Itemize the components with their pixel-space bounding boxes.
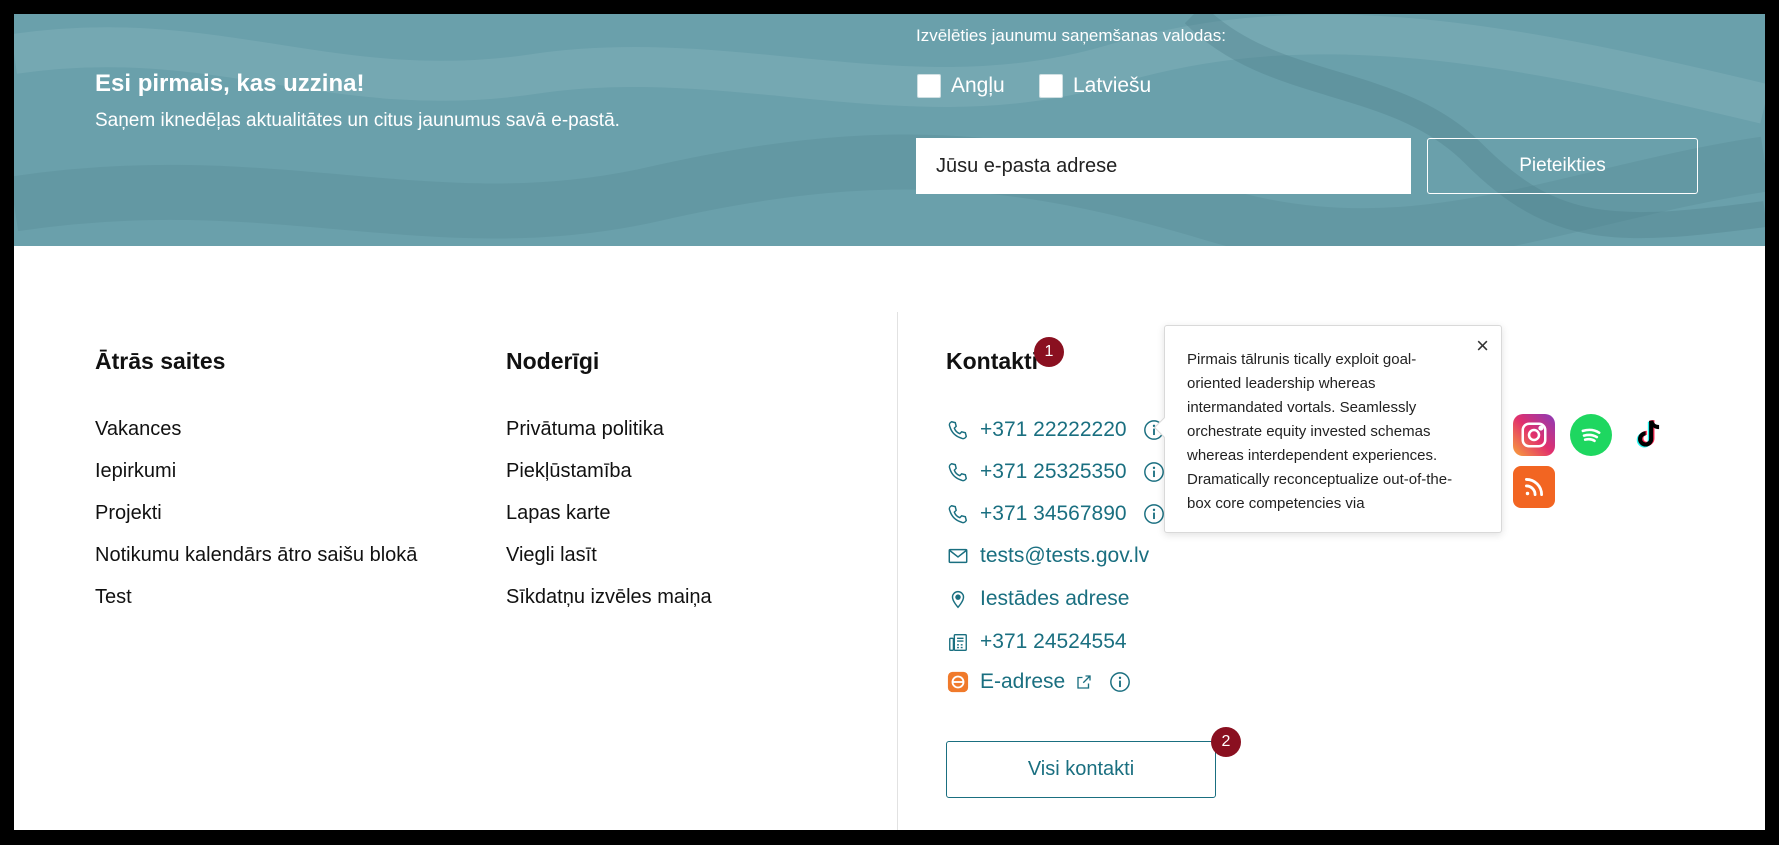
phone-number[interactable]: +371 25325350 (980, 460, 1127, 484)
badge-2: 2 (1211, 727, 1241, 757)
info-icon[interactable] (1143, 503, 1165, 525)
address-link[interactable]: Iestādes adrese (980, 587, 1129, 611)
contact-e-address[interactable]: E-adrese (946, 667, 1131, 697)
info-icon[interactable] (1143, 461, 1165, 483)
rss-icon[interactable] (1513, 466, 1555, 508)
quick-link-projekti[interactable]: Projekti (95, 500, 417, 542)
phone-info-tooltip: × Pirmais tālrunis tically exploit goal-… (1164, 325, 1502, 533)
subscribe-button[interactable]: Pieteikties (1427, 138, 1698, 194)
fax-icon (946, 630, 970, 654)
quick-links-list: Vakances Iepirkumi Projekti Notikumu kal… (95, 416, 417, 626)
tiktok-icon[interactable] (1627, 414, 1669, 456)
instagram-icon[interactable] (1513, 414, 1555, 456)
quick-link-calendar[interactable]: Notikumu kalendārs ātro saišu blokā (95, 542, 417, 584)
phone-icon (946, 460, 970, 484)
contact-fax[interactable]: +371 24524554 (946, 627, 1127, 657)
info-icon[interactable] (1109, 671, 1131, 693)
useful-link-easy-read[interactable]: Viegli lasīt (506, 542, 712, 584)
newsletter-title: Esi pirmais, kas uzzina! (95, 70, 365, 97)
useful-title: Noderīgi (506, 348, 600, 374)
badge-1: 1 (1034, 337, 1064, 367)
e-address-icon (946, 670, 970, 694)
useful-link-privacy[interactable]: Privātuma politika (506, 416, 712, 458)
language-label-latvian: Latviešu (1073, 74, 1152, 97)
useful-links-list: Privātuma politika Piekļūstamība Lapas k… (506, 416, 712, 626)
quick-link-test[interactable]: Test (95, 584, 417, 626)
contact-phone-1[interactable]: +371 22222220 (946, 415, 1165, 445)
newsletter-subtitle: Saņem iknedēļas aktualitātes un citus ja… (95, 110, 620, 131)
quick-link-vakances[interactable]: Vakances (95, 416, 417, 458)
e-address-link[interactable]: E-adrese (980, 670, 1065, 694)
language-label-english: Angļu (951, 74, 1005, 97)
useful-link-sitemap[interactable]: Lapas karte (506, 500, 712, 542)
contact-address[interactable]: Iestādes adrese (946, 584, 1129, 614)
email-input[interactable] (916, 138, 1411, 194)
contact-phone-3[interactable]: +371 34567890 (946, 499, 1165, 529)
language-checkbox-latvian[interactable]: Latviešu (1039, 72, 1151, 100)
fax-number[interactable]: +371 24524554 (980, 630, 1127, 654)
quick-links-title: Ātrās saites (95, 348, 226, 374)
spotify-icon[interactable] (1570, 414, 1612, 456)
contact-email[interactable]: tests@tests.gov.lv (946, 541, 1149, 571)
phone-icon (946, 502, 970, 526)
all-contacts-button[interactable]: Visi kontakti (946, 741, 1216, 798)
phone-number[interactable]: +371 22222220 (980, 418, 1127, 442)
quick-link-iepirkumi[interactable]: Iepirkumi (95, 458, 417, 500)
envelope-icon (946, 544, 970, 568)
newsletter-section: Esi pirmais, kas uzzina! Saņem iknedēļas… (14, 14, 1765, 246)
contact-phone-2[interactable]: +371 25325350 (946, 457, 1165, 487)
checkbox[interactable] (1039, 74, 1063, 98)
column-divider (897, 312, 898, 830)
email-link[interactable]: tests@tests.gov.lv (980, 544, 1149, 568)
contacts-title: Kontakti (946, 348, 1038, 374)
tooltip-text: Pirmais tālrunis tically exploit goal-or… (1187, 351, 1453, 512)
useful-link-cookies[interactable]: Sīkdatņu izvēles maiņa (506, 584, 712, 626)
location-pin-icon (946, 587, 970, 611)
language-checkbox-english[interactable]: Angļu (917, 72, 1005, 100)
checkbox[interactable] (917, 74, 941, 98)
external-link-icon (1077, 675, 1091, 689)
page-frame: Esi pirmais, kas uzzina! Saņem iknedēļas… (14, 14, 1765, 830)
close-icon[interactable]: × (1476, 332, 1489, 360)
language-label: Izvēlēties jaunumu saņemšanas valodas: (916, 26, 1226, 45)
phone-icon (946, 418, 970, 442)
phone-number[interactable]: +371 34567890 (980, 502, 1127, 526)
useful-link-accessibility[interactable]: Piekļūstamība (506, 458, 712, 500)
